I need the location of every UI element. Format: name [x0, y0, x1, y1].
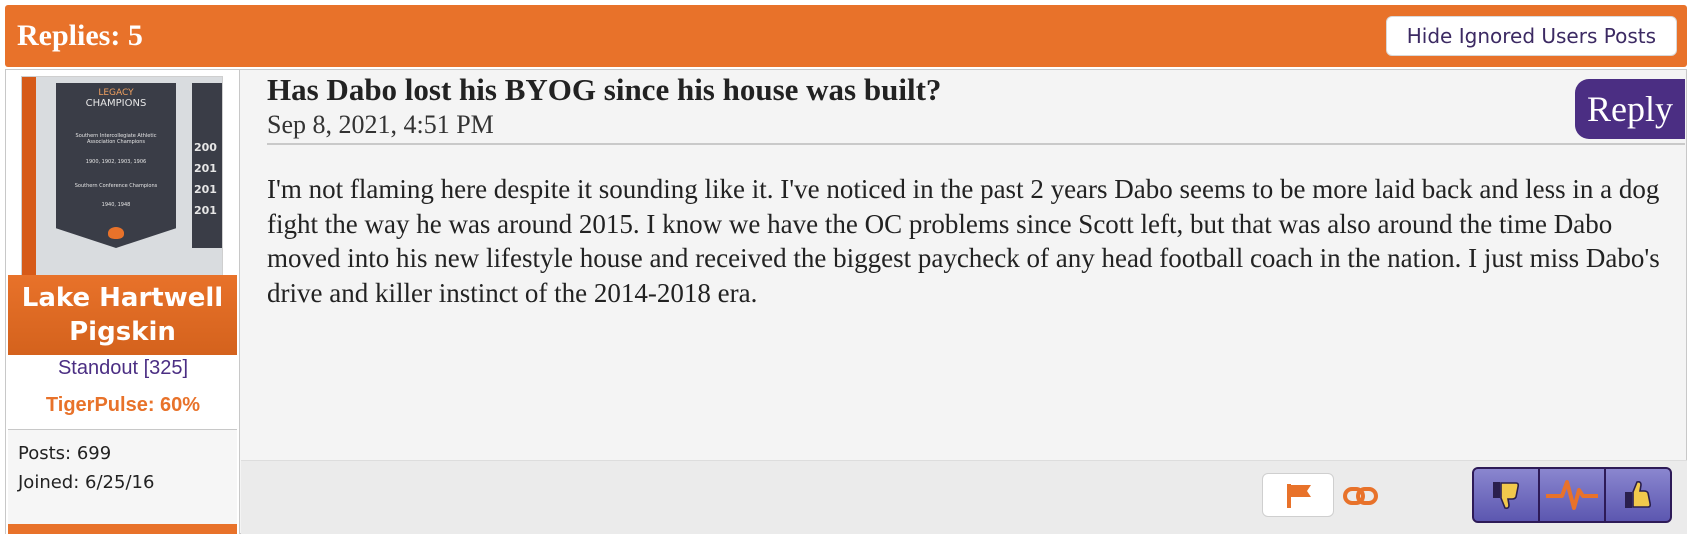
thumbs-up-button[interactable]: [1606, 469, 1670, 521]
side-year: 201: [194, 204, 217, 217]
report-button[interactable]: [1262, 473, 1334, 517]
username[interactable]: Lake Hartwell Pigskin: [8, 281, 237, 349]
post-title: Has Dabo lost his BYOG since his house w…: [267, 72, 942, 107]
user-stats: Posts: 699 Joined: 6/25/16: [8, 429, 237, 534]
side-year: 201: [194, 183, 217, 196]
avatar[interactable]: LEGACY CHAMPIONS Southern Intercollegiat…: [21, 76, 223, 276]
hide-ignored-users-button[interactable]: Hide Ignored Users Posts: [1385, 16, 1677, 56]
banner-side-years: 200 201 201 201: [194, 137, 217, 221]
author-sidebar: LEGACY CHAMPIONS Southern Intercollegiat…: [6, 70, 240, 534]
pulse-icon: [1546, 480, 1598, 510]
banner-text-champions: CHAMPIONS: [85, 98, 147, 109]
username-line: Pigskin: [69, 317, 176, 347]
banner-text-siaa: Southern Intercollegiate Athletic Associ…: [75, 133, 157, 145]
post-count: Posts: 699: [18, 443, 112, 464]
reply-button[interactable]: Reply: [1575, 79, 1685, 139]
post-footer: [241, 460, 1687, 534]
banner-text-years-1: 1900, 1902, 1903, 1906: [85, 159, 147, 165]
tiger-pulse: TigerPulse: 60%: [45, 394, 201, 416]
post-body: I'm not flaming here despite it sounding…: [267, 174, 1660, 308]
stats-divider: [8, 524, 237, 534]
thumbs-down-icon: [1493, 482, 1520, 509]
banner-text-years-2: 1940, 1948: [101, 202, 131, 208]
banner-text-southern-conference: Southern Conference Champions: [74, 183, 158, 189]
username-line: Lake Hartwell: [21, 283, 224, 313]
link-icon[interactable]: [1343, 485, 1379, 507]
title-divider: [267, 143, 1685, 145]
replies-count: Replies: 5: [17, 19, 143, 52]
side-year: 200: [194, 141, 217, 154]
join-date: Joined: 6/25/16: [18, 472, 155, 493]
pulse-button[interactable]: [1540, 469, 1606, 521]
post-content: Has Dabo lost his BYOG since his house w…: [241, 70, 1687, 534]
banner-text-legacy: LEGACY: [98, 88, 134, 98]
paw-logo: [108, 227, 124, 239]
username-box[interactable]: Lake Hartwell Pigskin: [8, 275, 237, 355]
replies-header: Replies: 5 Hide Ignored Users Posts: [5, 5, 1687, 67]
user-rank: Standout [325]: [57, 357, 189, 379]
thumbs-down-button[interactable]: [1474, 469, 1540, 521]
post-date: Sep 8, 2021, 4:51 PM: [267, 110, 494, 139]
thumbs-up-icon: [1625, 481, 1652, 508]
avatar-edge: [22, 77, 36, 275]
side-year: 201: [194, 162, 217, 175]
forum-post: LEGACY CHAMPIONS Southern Intercollegiat…: [5, 69, 1687, 534]
flag-icon: [1287, 484, 1311, 508]
vote-controls: [1472, 467, 1672, 523]
